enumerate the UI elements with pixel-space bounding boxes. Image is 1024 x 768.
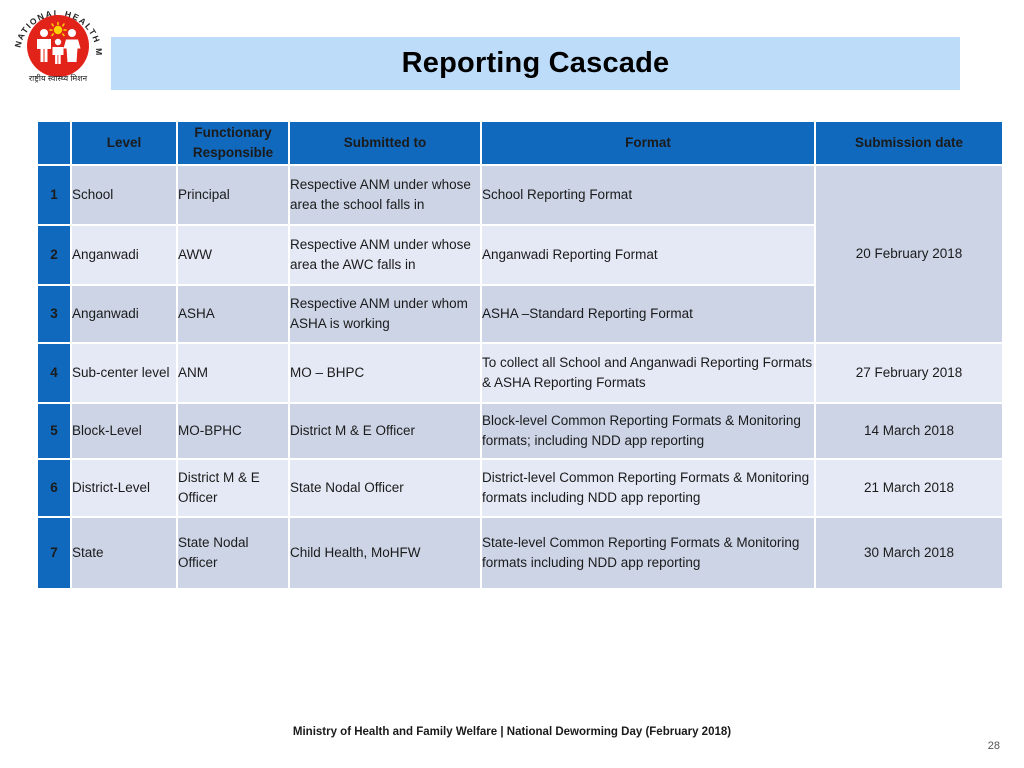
- reporting-cascade-table: Level Functionary Responsible Submitted …: [36, 120, 1004, 590]
- cell-format: To collect all School and Anganwadi Repo…: [482, 344, 814, 402]
- row-number: 5: [38, 404, 70, 458]
- cell-submission-date: 14 March 2018: [816, 404, 1002, 458]
- cell-format: District-level Common Reporting Formats …: [482, 460, 814, 516]
- cell-functionary: AWW: [178, 226, 288, 284]
- cell-submission-date: 20 February 2018: [816, 166, 1002, 342]
- cell-format: Anganwadi Reporting Format: [482, 226, 814, 284]
- cell-functionary: State Nodal Officer: [178, 518, 288, 588]
- column-header-submission-date: Submission date: [816, 122, 1002, 164]
- table-row: 4 Sub-center level ANM MO – BHPC To coll…: [38, 344, 1002, 402]
- cell-level: Anganwadi: [72, 286, 176, 342]
- cell-level: District-Level: [72, 460, 176, 516]
- cell-level: Block-Level: [72, 404, 176, 458]
- cell-submission-date: 30 March 2018: [816, 518, 1002, 588]
- table-row: 7 State State Nodal Officer Child Health…: [38, 518, 1002, 588]
- cell-level: Anganwadi: [72, 226, 176, 284]
- table-row: 5 Block-Level MO-BPHC District M & E Off…: [38, 404, 1002, 458]
- cell-level: Sub-center level: [72, 344, 176, 402]
- cell-submitted-to: State Nodal Officer: [290, 460, 480, 516]
- table-header-row: Level Functionary Responsible Submitted …: [38, 122, 1002, 164]
- cell-submitted-to: Child Health, MoHFW: [290, 518, 480, 588]
- cell-submitted-to: MO – BHPC: [290, 344, 480, 402]
- cell-submitted-to: Respective ANM under whose area the AWC …: [290, 226, 480, 284]
- row-number: 7: [38, 518, 70, 588]
- cell-level: State: [72, 518, 176, 588]
- row-number: 1: [38, 166, 70, 224]
- cell-submitted-to: District M & E Officer: [290, 404, 480, 458]
- cell-functionary: MO-BPHC: [178, 404, 288, 458]
- slide-footer: Ministry of Health and Family Welfare | …: [292, 726, 732, 738]
- page-title: Reporting Cascade: [401, 47, 670, 79]
- cell-functionary: ASHA: [178, 286, 288, 342]
- table-row: 1 School Principal Respective ANM under …: [38, 166, 1002, 342]
- page-number: 28: [987, 740, 1000, 752]
- cell-functionary: ANM: [178, 344, 288, 402]
- row-number: 3: [38, 286, 70, 342]
- cell-submitted-to: Respective ANM under whom ASHA is workin…: [290, 286, 480, 342]
- slide-title-band: Reporting Cascade: [111, 37, 960, 90]
- cell-submitted-to: Respective ANM under whose area the scho…: [290, 166, 480, 224]
- cell-submission-date: 21 March 2018: [816, 460, 1002, 516]
- column-header-format: Format: [482, 122, 814, 164]
- cell-level: School: [72, 166, 176, 224]
- cell-functionary: Principal: [178, 166, 288, 224]
- row-number: 6: [38, 460, 70, 516]
- column-header-submitted-to: Submitted to: [290, 122, 480, 164]
- cell-format: School Reporting Format: [482, 166, 814, 224]
- column-header-number: [38, 122, 70, 164]
- cell-format: State-level Common Reporting Formats & M…: [482, 518, 814, 588]
- logo-hindi-text: राष्ट्रीय स्वास्थ्य मिशन: [29, 73, 88, 83]
- cell-submission-date: 27 February 2018: [816, 344, 1002, 402]
- table-header: Level Functionary Responsible Submitted …: [38, 122, 1002, 164]
- national-health-mission-logo: NATIONAL HEALTH MISSION: [6, 2, 110, 88]
- row-number: 2: [38, 226, 70, 284]
- cell-functionary: District M & E Officer: [178, 460, 288, 516]
- row-number: 4: [38, 344, 70, 402]
- table-row: 6 District-Level District M & E Officer …: [38, 460, 1002, 516]
- column-header-level: Level: [72, 122, 176, 164]
- table-body: 1 School Principal Respective ANM under …: [38, 166, 1002, 588]
- cell-format: ASHA –Standard Reporting Format: [482, 286, 814, 342]
- reporting-cascade-table-wrapper: Level Functionary Responsible Submitted …: [36, 120, 1002, 590]
- column-header-functionary: Functionary Responsible: [178, 122, 288, 164]
- cell-format: Block-level Common Reporting Formats & M…: [482, 404, 814, 458]
